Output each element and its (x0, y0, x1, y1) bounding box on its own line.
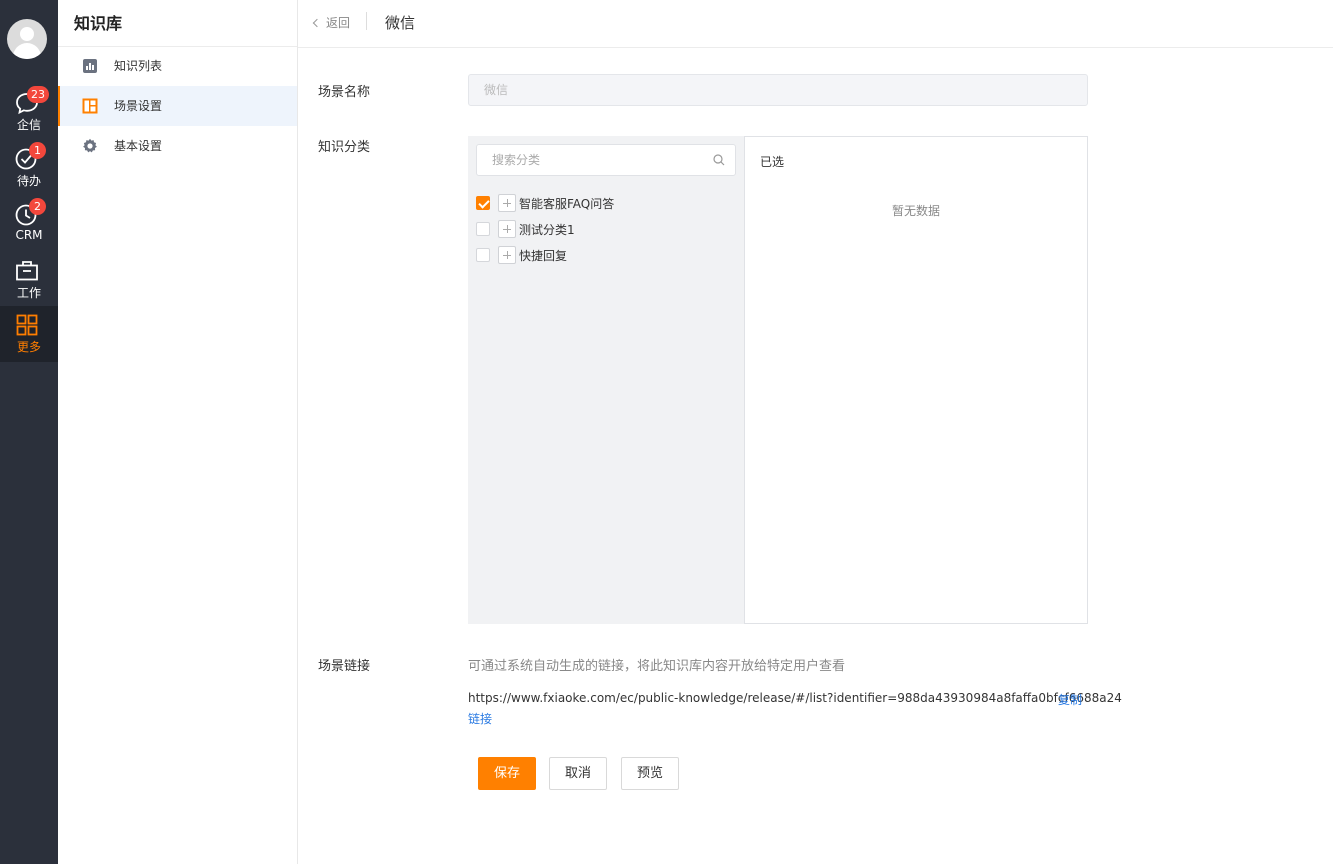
expand-plus-icon[interactable] (498, 220, 516, 238)
checkbox[interactable] (476, 222, 490, 236)
sidebar-item-scene-settings[interactable]: 场景设置 (58, 86, 297, 126)
expand-plus-icon[interactable] (498, 246, 516, 264)
briefcase-icon (16, 261, 38, 281)
layout-grid-icon (82, 98, 98, 114)
avatar[interactable] (7, 19, 47, 59)
rail-label: 工作 (16, 286, 41, 300)
checkbox-checked[interactable] (476, 196, 490, 210)
preview-button[interactable]: 预览 (621, 757, 679, 790)
tree-label: 快捷回复 (519, 249, 568, 263)
selected-title: 已选 (760, 155, 785, 169)
crm-badge: 2 (29, 198, 46, 215)
rail-item-qixin[interactable]: 23 企信 (0, 84, 58, 140)
rail-label: CRM (15, 228, 43, 242)
bar-chart-icon (83, 59, 97, 73)
empty-state-text: 暂无数据 (891, 204, 940, 218)
rail-label: 更多 (16, 340, 41, 354)
page-title: 微信 (385, 14, 416, 32)
todo-badge: 1 (29, 142, 46, 159)
back-label: 返回 (326, 16, 351, 30)
rail-item-todo[interactable]: 1 待办 (0, 140, 58, 196)
selected-panel: 已选 暂无数据 (744, 136, 1088, 624)
scene-name-input[interactable]: 微信 (468, 74, 1088, 106)
left-rail: 23 企信 1 待办 2 CRM 工作 更多 (0, 0, 58, 864)
page-header: 返回 微信 (298, 0, 1333, 48)
back-button[interactable]: 返回 (312, 14, 351, 31)
divider (366, 12, 367, 30)
chevron-left-icon (312, 18, 322, 28)
apps-grid-icon (16, 314, 38, 336)
scene-link-label: 场景链接 (318, 659, 371, 674)
rail-label: 企信 (16, 118, 41, 132)
scene-link-description: 可通过系统自动生成的链接，将此知识库内容开放给特定用户查看 (468, 659, 846, 674)
sidebar-item-label: 知识列表 (114, 59, 163, 73)
sidebar-item-label: 基本设置 (114, 139, 163, 153)
tree-label: 测试分类1 (519, 223, 575, 237)
rail-item-more[interactable]: 更多 (0, 306, 58, 362)
copy-link-button[interactable]: 复制 (1058, 691, 1082, 708)
cancel-button[interactable]: 取消 (549, 757, 607, 790)
rail-item-crm[interactable]: 2 CRM (0, 196, 58, 252)
tree-label: 智能客服FAQ问答 (519, 197, 615, 211)
rail-item-work[interactable]: 工作 (0, 252, 58, 308)
unread-badge: 23 (27, 86, 49, 103)
sidebar-title: 知识库 (74, 14, 123, 33)
search-icon[interactable] (713, 154, 725, 166)
knowledge-sidebar: 知识库 知识列表 场景设置 基本设置 (58, 0, 298, 864)
sidebar-item-basic-settings[interactable]: 基本设置 (58, 126, 297, 166)
scene-link-url: https://www.fxiaoke.com/ec/public-knowle… (468, 691, 1122, 705)
sidebar-item-label: 场景设置 (114, 99, 163, 113)
category-tree-panel: 智能客服FAQ问答 测试分类1 快捷回复 (468, 136, 745, 624)
copy-link-button-wrap[interactable]: 链接 (468, 710, 492, 727)
rail-label: 待办 (16, 174, 41, 188)
expand-plus-icon[interactable] (498, 194, 516, 212)
category-search-input[interactable] (477, 145, 707, 175)
category-search-box[interactable] (476, 144, 736, 176)
scene-name-label: 场景名称 (318, 85, 371, 100)
gear-icon (83, 138, 97, 153)
save-button[interactable]: 保存 (478, 757, 536, 790)
checkbox[interactable] (476, 248, 490, 262)
sidebar-item-knowledge-list[interactable]: 知识列表 (58, 46, 297, 86)
category-label: 知识分类 (318, 140, 371, 155)
